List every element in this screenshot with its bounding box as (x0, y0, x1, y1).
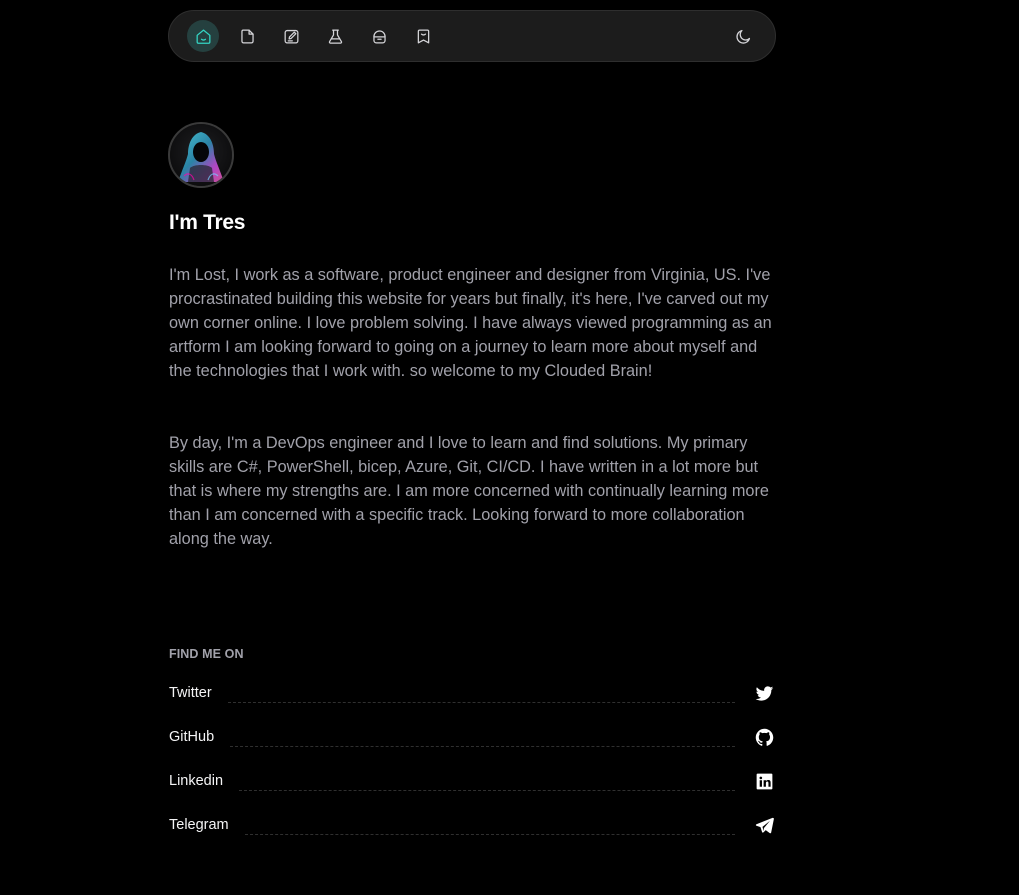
top-navbar (168, 10, 776, 62)
social-link-twitter[interactable]: Twitter (169, 679, 777, 707)
social-link-linkedin[interactable]: Linkedin (169, 767, 777, 795)
dashed-divider (227, 701, 735, 703)
social-link-telegram[interactable]: Telegram (169, 811, 777, 839)
social-link-label: Twitter (169, 685, 212, 701)
nav-lab-button[interactable] (319, 20, 351, 52)
dashed-divider (244, 833, 735, 835)
github-icon (753, 726, 775, 748)
nav-stack-button[interactable] (363, 20, 395, 52)
nav-home-button[interactable] (187, 20, 219, 52)
linkedin-icon (753, 770, 775, 792)
social-link-label: GitHub (169, 729, 215, 745)
twitter-icon (753, 682, 775, 704)
home-icon (196, 29, 210, 44)
moon-icon (735, 29, 750, 44)
dashed-divider (239, 789, 735, 791)
nav-bookmarks-button[interactable] (407, 20, 439, 52)
nav-notes-button[interactable] (231, 20, 263, 52)
bio-paragraph-1: I'm Lost, I work as a software, product … (169, 266, 772, 380)
social-link-github[interactable]: GitHub (169, 723, 777, 751)
theme-toggle-button[interactable] (727, 20, 759, 52)
bookmark-icon (417, 29, 429, 43)
bag-icon (372, 29, 386, 43)
telegram-icon (753, 814, 775, 836)
avatar (168, 122, 234, 188)
hooded-figure-avatar-image (170, 124, 232, 186)
flask-icon (328, 29, 342, 44)
social-link-label: Telegram (169, 817, 229, 833)
bio-paragraph-2: By day, I'm a DevOps engineer and I love… (169, 434, 769, 548)
nav-blog-button[interactable] (275, 20, 307, 52)
dashed-divider (230, 745, 735, 747)
social-section-heading: FIND ME ON (169, 647, 244, 661)
edit-icon (284, 29, 298, 43)
page-title: I'm Tres (169, 211, 246, 234)
file-icon (240, 29, 254, 43)
page: I'm Tres I'm Lost, I work as a software,… (0, 0, 1019, 895)
social-link-label: Linkedin (169, 773, 224, 789)
